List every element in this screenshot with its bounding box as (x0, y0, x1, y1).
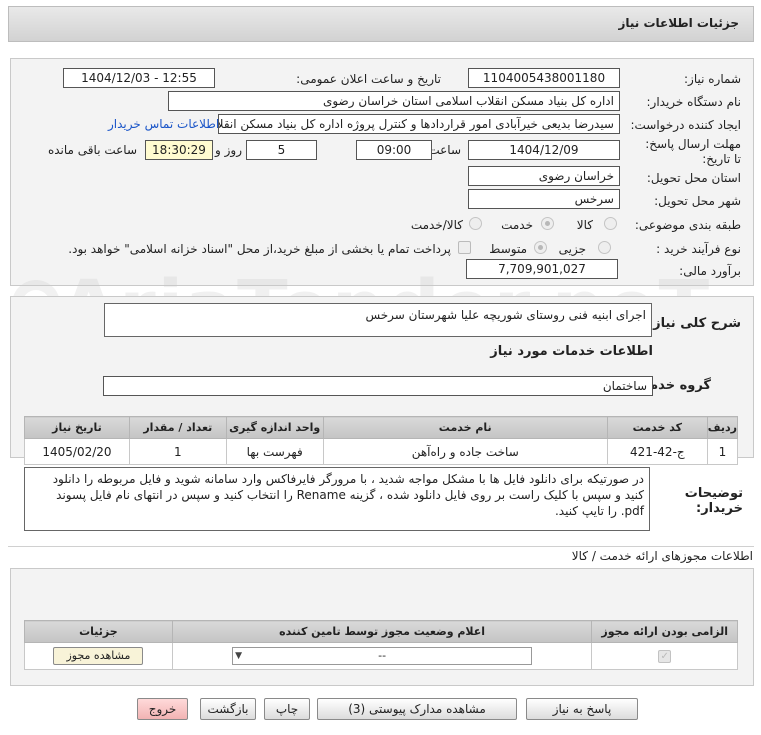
row-qty: 1 (128, 438, 227, 465)
deadline-date-field: 1404/12/09 (468, 140, 620, 160)
process-radio-minor[interactable] (598, 241, 611, 254)
permit-required-cell: ✓ (591, 642, 738, 670)
remaining-time-field: 18:30:29 (145, 140, 213, 160)
general-description-text: اجرای ابنیه فنی روستای شوریچه علیا شهرست… (104, 303, 652, 337)
remaining-days-field: 5 (246, 140, 317, 160)
province-label: استان محل تحویل: (646, 171, 741, 185)
table-row: ✓ -- ▼ مشاهده مجوز (24, 642, 738, 670)
creator-label: ایجاد کننده درخواست: (630, 118, 741, 132)
city-field: سرخس (468, 189, 620, 209)
process-option-minor: جزیی (558, 242, 586, 256)
view-attachments-button[interactable]: مشاهده مدارک پیوستی (3) (317, 698, 517, 720)
col-date-header: تاریخ نیاز (24, 416, 130, 439)
permit-details-cell: مشاهده مجوز (24, 642, 173, 670)
col-code-header: کد خدمت (606, 416, 708, 439)
deadline-label: مهلت ارسال پاسخ: تا تاریخ: (645, 137, 741, 166)
category-option-goods: کالا (576, 218, 593, 232)
permit-status-value: -- (378, 649, 387, 662)
days-label: روز و (215, 143, 242, 157)
permits-table: الزامی بودن ارائه مجوز اعلام وضعیت مجوز … (24, 620, 738, 670)
row-date: 1405/02/20 (24, 438, 130, 465)
col-name-header: نام خدمت (322, 416, 608, 439)
back-button[interactable]: بازگشت (200, 698, 256, 720)
service-group-field: ساختمان (103, 376, 653, 396)
row-name: ساخت جاده و راه‌آهن (322, 438, 608, 465)
col-unit-header: واحد اندازه گیری (225, 416, 324, 439)
estimate-field: 7,709,901,027 (466, 259, 618, 279)
exit-button[interactable]: خروج (137, 698, 188, 720)
services-table-header: ردیف کد خدمت نام خدمت واحد اندازه گیری ت… (24, 416, 739, 439)
creator-field: سیدرضا بدیعی خیرآبادی امور قراردادها و ک… (218, 114, 620, 134)
permit-status-select[interactable]: -- ▼ (232, 647, 533, 665)
announce-datetime-field: 1404/12/03 - 12:55 (63, 68, 215, 88)
chevron-down-icon: ▼ (235, 651, 243, 661)
category-option-service: خدمت (501, 218, 533, 232)
process-label: نوع فرآیند خرید : (656, 242, 741, 256)
need-number-field: 1104005438001180 (468, 68, 620, 88)
deadline-time-label: ساعت (428, 143, 461, 157)
treasury-payment-note: پرداخت تمام یا بخشی از مبلغ خرید،از محل … (68, 242, 451, 256)
announce-label: تاریخ و ساعت اعلان عمومی: (296, 72, 441, 86)
section-divider (8, 546, 754, 547)
permits-section-title: اطلاعات مجوزهای ارائه خدمت / کالا (571, 549, 753, 563)
buyer-contact-link[interactable]: اطلاعات تماس خریدار (108, 117, 219, 131)
col-required-header: الزامی بودن ارائه مجوز (591, 620, 738, 643)
deadline-time-field: 09:00 (356, 140, 432, 160)
col-qty-header: تعداد / مقدار (128, 416, 227, 439)
category-radio-service[interactable] (541, 217, 554, 230)
table-row: 1 ج-42-421 ساخت جاده و راه‌آهن فهرست بها… (24, 438, 739, 465)
services-section-title: اطلاعات خدمات مورد نیاز (490, 344, 653, 359)
print-button[interactable]: چاپ (264, 698, 310, 720)
page-title: جزئیات اطلاعات نیاز (618, 16, 739, 30)
need-number-label: شماره نیاز: (684, 72, 741, 86)
reply-button[interactable]: پاسخ به نیاز (526, 698, 638, 720)
category-option-goods-service: کالا/خدمت (410, 218, 463, 232)
col-row-header: ردیف (706, 416, 739, 439)
estimate-label: برآورد مالی: (679, 264, 741, 278)
city-label: شهر محل تحویل: (654, 194, 741, 208)
category-radio-goods[interactable] (604, 217, 617, 230)
permit-required-checkbox: ✓ (658, 650, 672, 663)
col-details-header: جزئیات (24, 620, 173, 643)
remaining-time-label: ساعت باقی مانده (47, 143, 137, 157)
permits-table-header: الزامی بودن ارائه مجوز اعلام وضعیت مجوز … (24, 620, 738, 643)
process-option-medium: متوسط (489, 242, 527, 256)
row-unit: فهرست بها (225, 438, 324, 465)
province-field: خراسان رضوی (468, 166, 620, 186)
category-radio-goods-service[interactable] (469, 217, 482, 230)
buyer-notes-text: در صورتیکه برای دانلود فایل ها با مشکل م… (24, 467, 650, 531)
services-table: ردیف کد خدمت نام خدمت واحد اندازه گیری ت… (24, 416, 739, 465)
treasury-payment-checkbox[interactable] (458, 241, 471, 254)
page-header: جزئیات اطلاعات نیاز (8, 6, 754, 42)
col-status-header: اعلام وضعیت مجوز توسط تامین کننده (171, 620, 593, 643)
buyer-org-field: اداره کل بنیاد مسکن انقلاب اسلامی استان … (168, 91, 620, 111)
row-index: 1 (706, 438, 739, 465)
permit-status-cell: -- ▼ (171, 642, 593, 670)
process-radio-medium[interactable] (534, 241, 547, 254)
buyer-org-label: نام دستگاه خریدار: (646, 95, 742, 109)
view-permit-button[interactable]: مشاهده مجوز (53, 647, 144, 665)
category-label: طبقه بندی موضوعی: (634, 218, 741, 232)
row-code: ج-42-421 (606, 438, 708, 465)
buyer-notes-label: توضیحات خریدار: (684, 486, 743, 516)
general-description-label: شرح کلی نیاز: (647, 316, 741, 331)
